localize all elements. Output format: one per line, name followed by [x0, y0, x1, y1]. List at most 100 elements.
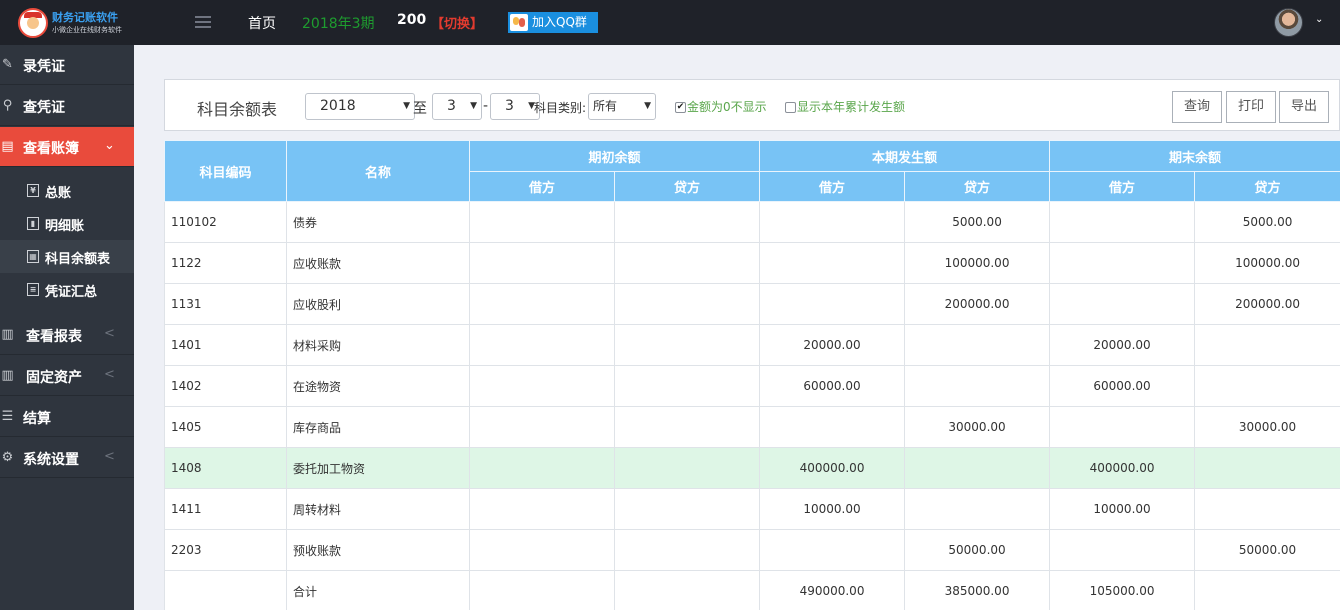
header-current-debit: 借方: [759, 171, 906, 202]
join-qq-label: 加入QQ群: [532, 15, 587, 29]
query-button[interactable]: 查询: [1172, 91, 1222, 123]
cell-closing-debit: [1049, 283, 1196, 325]
to-label: 至: [413, 101, 427, 117]
table-row[interactable]: 110102 债券 5000.00 5000.00: [164, 201, 1340, 243]
sidebar-item-view-reports[interactable]: ▥ 查看报表 <: [0, 315, 134, 355]
cell-current-credit: [904, 488, 1051, 530]
logo-mascot-icon: [18, 8, 48, 38]
table-row[interactable]: 1401 材料采购 20000.00 20000.00: [164, 324, 1340, 366]
sidebar-item-fixed-assets[interactable]: ▥ 固定资产 <: [0, 356, 134, 396]
category-label: 科目类别:: [534, 101, 587, 115]
cell-opening-credit: [613, 201, 761, 243]
edit-icon: ✎: [2, 57, 13, 72]
hide-zero-checkbox[interactable]: ✔: [675, 102, 686, 113]
print-button[interactable]: 打印: [1226, 91, 1276, 123]
sidebar-item-label: 查凭证: [23, 100, 65, 116]
bar-chart-icon: ▥: [1, 368, 14, 383]
table-row-highlighted[interactable]: 1408 委托加工物资 400000.00 400000.00: [164, 447, 1340, 489]
year-select[interactable]: 2018 ▼: [305, 93, 415, 120]
cell-opening-debit: [469, 324, 615, 366]
cell-opening-debit: [469, 447, 615, 489]
export-button[interactable]: 导出: [1279, 91, 1329, 123]
cell-opening-debit: [469, 242, 615, 284]
table-row[interactable]: 1411 周转材料 10000.00 10000.00: [164, 488, 1340, 530]
table-row[interactable]: 1405 库存商品 30000.00 30000.00: [164, 406, 1340, 448]
period-to-select[interactable]: 3 ▼: [490, 93, 540, 120]
dropdown-arrow-icon: ▼: [644, 101, 651, 111]
sidebar-item-system-settings[interactable]: ⚙ 系统设置 <: [0, 438, 134, 478]
cell-current-credit: 50000.00: [904, 529, 1051, 571]
cell-opening-credit: [613, 365, 761, 407]
category-select[interactable]: 所有 ▼: [588, 93, 656, 120]
table-total-row[interactable]: 合计 490000.00 385000.00 105000.00: [164, 570, 1340, 610]
gear-icon: ⚙: [1, 450, 14, 465]
cell-opening-debit: [469, 529, 615, 571]
header-current-amount: 本期发生额: [759, 140, 1051, 172]
cell-current-credit: 385000.00: [904, 570, 1051, 610]
sidebar-subitem-voucher-summary[interactable]: ≡ 凭证汇总: [0, 273, 134, 306]
sidebar-item-view-books[interactable]: ▤ 查看账簿 ⌄: [0, 127, 134, 167]
sidebar-subitem-account-balance[interactable]: ▦ 科目余额表: [0, 240, 134, 273]
header-closing-balance: 期末余额: [1049, 140, 1340, 172]
sidebar-item-search-voucher[interactable]: ⚲ 查凭证: [0, 86, 134, 126]
cell-code: 1405: [164, 406, 287, 448]
hide-zero-label[interactable]: 金额为0不显示: [687, 98, 767, 115]
user-avatar[interactable]: [1274, 8, 1303, 37]
show-ytd-checkbox[interactable]: [785, 102, 796, 113]
app-logo[interactable]: 财务记账软件 小微企业在线财务软件: [18, 8, 128, 38]
period-dash: -: [483, 98, 489, 114]
summary-icon: ≡: [27, 283, 39, 296]
cell-current-credit: 30000.00: [904, 406, 1051, 448]
cell-name: 应收股利: [286, 283, 470, 325]
cell-closing-credit: 200000.00: [1194, 283, 1340, 325]
cell-code: 110102: [164, 201, 287, 243]
cell-name: 合计: [286, 570, 470, 610]
cell-current-debit: 10000.00: [759, 488, 906, 530]
cell-current-debit: [759, 201, 906, 243]
cell-current-credit: 200000.00: [904, 283, 1051, 325]
cell-opening-debit: [469, 365, 615, 407]
header-code: 科目编码: [164, 140, 287, 202]
chevron-left-icon: <: [104, 326, 115, 341]
ledger-icon: ▮: [27, 217, 39, 230]
table-row[interactable]: 1131 应收股利 200000.00 200000.00: [164, 283, 1340, 325]
table-row[interactable]: 1122 应收账款 100000.00 100000.00: [164, 242, 1340, 284]
switch-link[interactable]: 【切换】: [431, 13, 483, 32]
cell-code: 1131: [164, 283, 287, 325]
cell-current-credit: [904, 324, 1051, 366]
period-from-select[interactable]: 3 ▼: [432, 93, 482, 120]
chevron-left-icon: <: [104, 367, 115, 382]
cell-current-credit: 100000.00: [904, 242, 1051, 284]
cell-current-credit: [904, 447, 1051, 489]
show-ytd-label[interactable]: 显示本年累计发生额: [797, 98, 905, 115]
chevron-down-icon: ⌄: [104, 138, 115, 153]
menu-toggle-icon[interactable]: [195, 16, 211, 28]
sidebar: ✎ 录凭证 ⚲ 查凭证 ▤ 查看账簿 ⌄ ¥ 总账 ▮ 明细账 ▦ 科目余额表 …: [0, 45, 134, 610]
cell-current-debit: 490000.00: [759, 570, 906, 610]
cell-code: [164, 570, 287, 610]
sidebar-item-record-voucher[interactable]: ✎ 录凭证: [0, 45, 134, 85]
nav-home-link[interactable]: 首页: [248, 13, 276, 33]
cell-current-credit: 5000.00: [904, 201, 1051, 243]
cell-code: 1408: [164, 447, 287, 489]
logo-subtitle: 小微企业在线财务软件: [52, 26, 122, 34]
cell-code: 1402: [164, 365, 287, 407]
cell-current-debit: [759, 242, 906, 284]
cell-closing-debit: [1049, 201, 1196, 243]
cell-code: 1122: [164, 242, 287, 284]
cell-opening-debit: [469, 201, 615, 243]
header-opening-debit: 借方: [469, 171, 615, 202]
top-bar: 财务记账软件 小微企业在线财务软件 首页 2018年3期 200 【切换】 加入…: [0, 0, 1340, 45]
chevron-down-icon[interactable]: ⌄: [1315, 14, 1323, 25]
join-qq-button[interactable]: 加入QQ群: [508, 12, 598, 33]
header-closing-credit: 贷方: [1194, 171, 1340, 202]
table-row[interactable]: 1402 在途物资 60000.00 60000.00: [164, 365, 1340, 407]
bar-chart-icon: ▥: [1, 327, 14, 342]
sidebar-item-settlement[interactable]: ☰ 结算: [0, 397, 134, 437]
cell-opening-credit: [613, 283, 761, 325]
current-period: 2018年3期: [302, 16, 375, 32]
sidebar-subitem-detail-ledger[interactable]: ▮ 明细账: [0, 207, 134, 240]
cell-closing-debit: 400000.00: [1049, 447, 1196, 489]
sidebar-subitem-general-ledger[interactable]: ¥ 总账: [0, 174, 134, 207]
table-row[interactable]: 2203 预收账款 50000.00 50000.00: [164, 529, 1340, 571]
